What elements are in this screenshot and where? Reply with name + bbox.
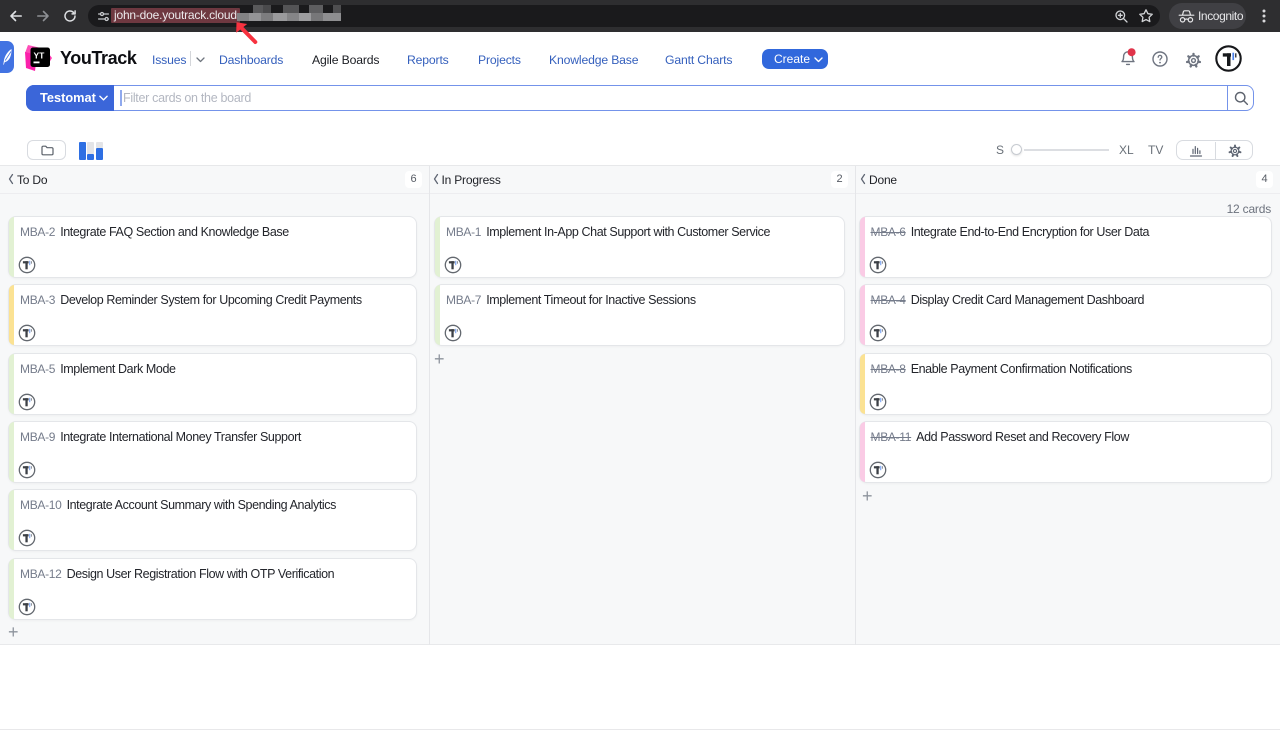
svg-text:YT: YT bbox=[34, 51, 46, 61]
